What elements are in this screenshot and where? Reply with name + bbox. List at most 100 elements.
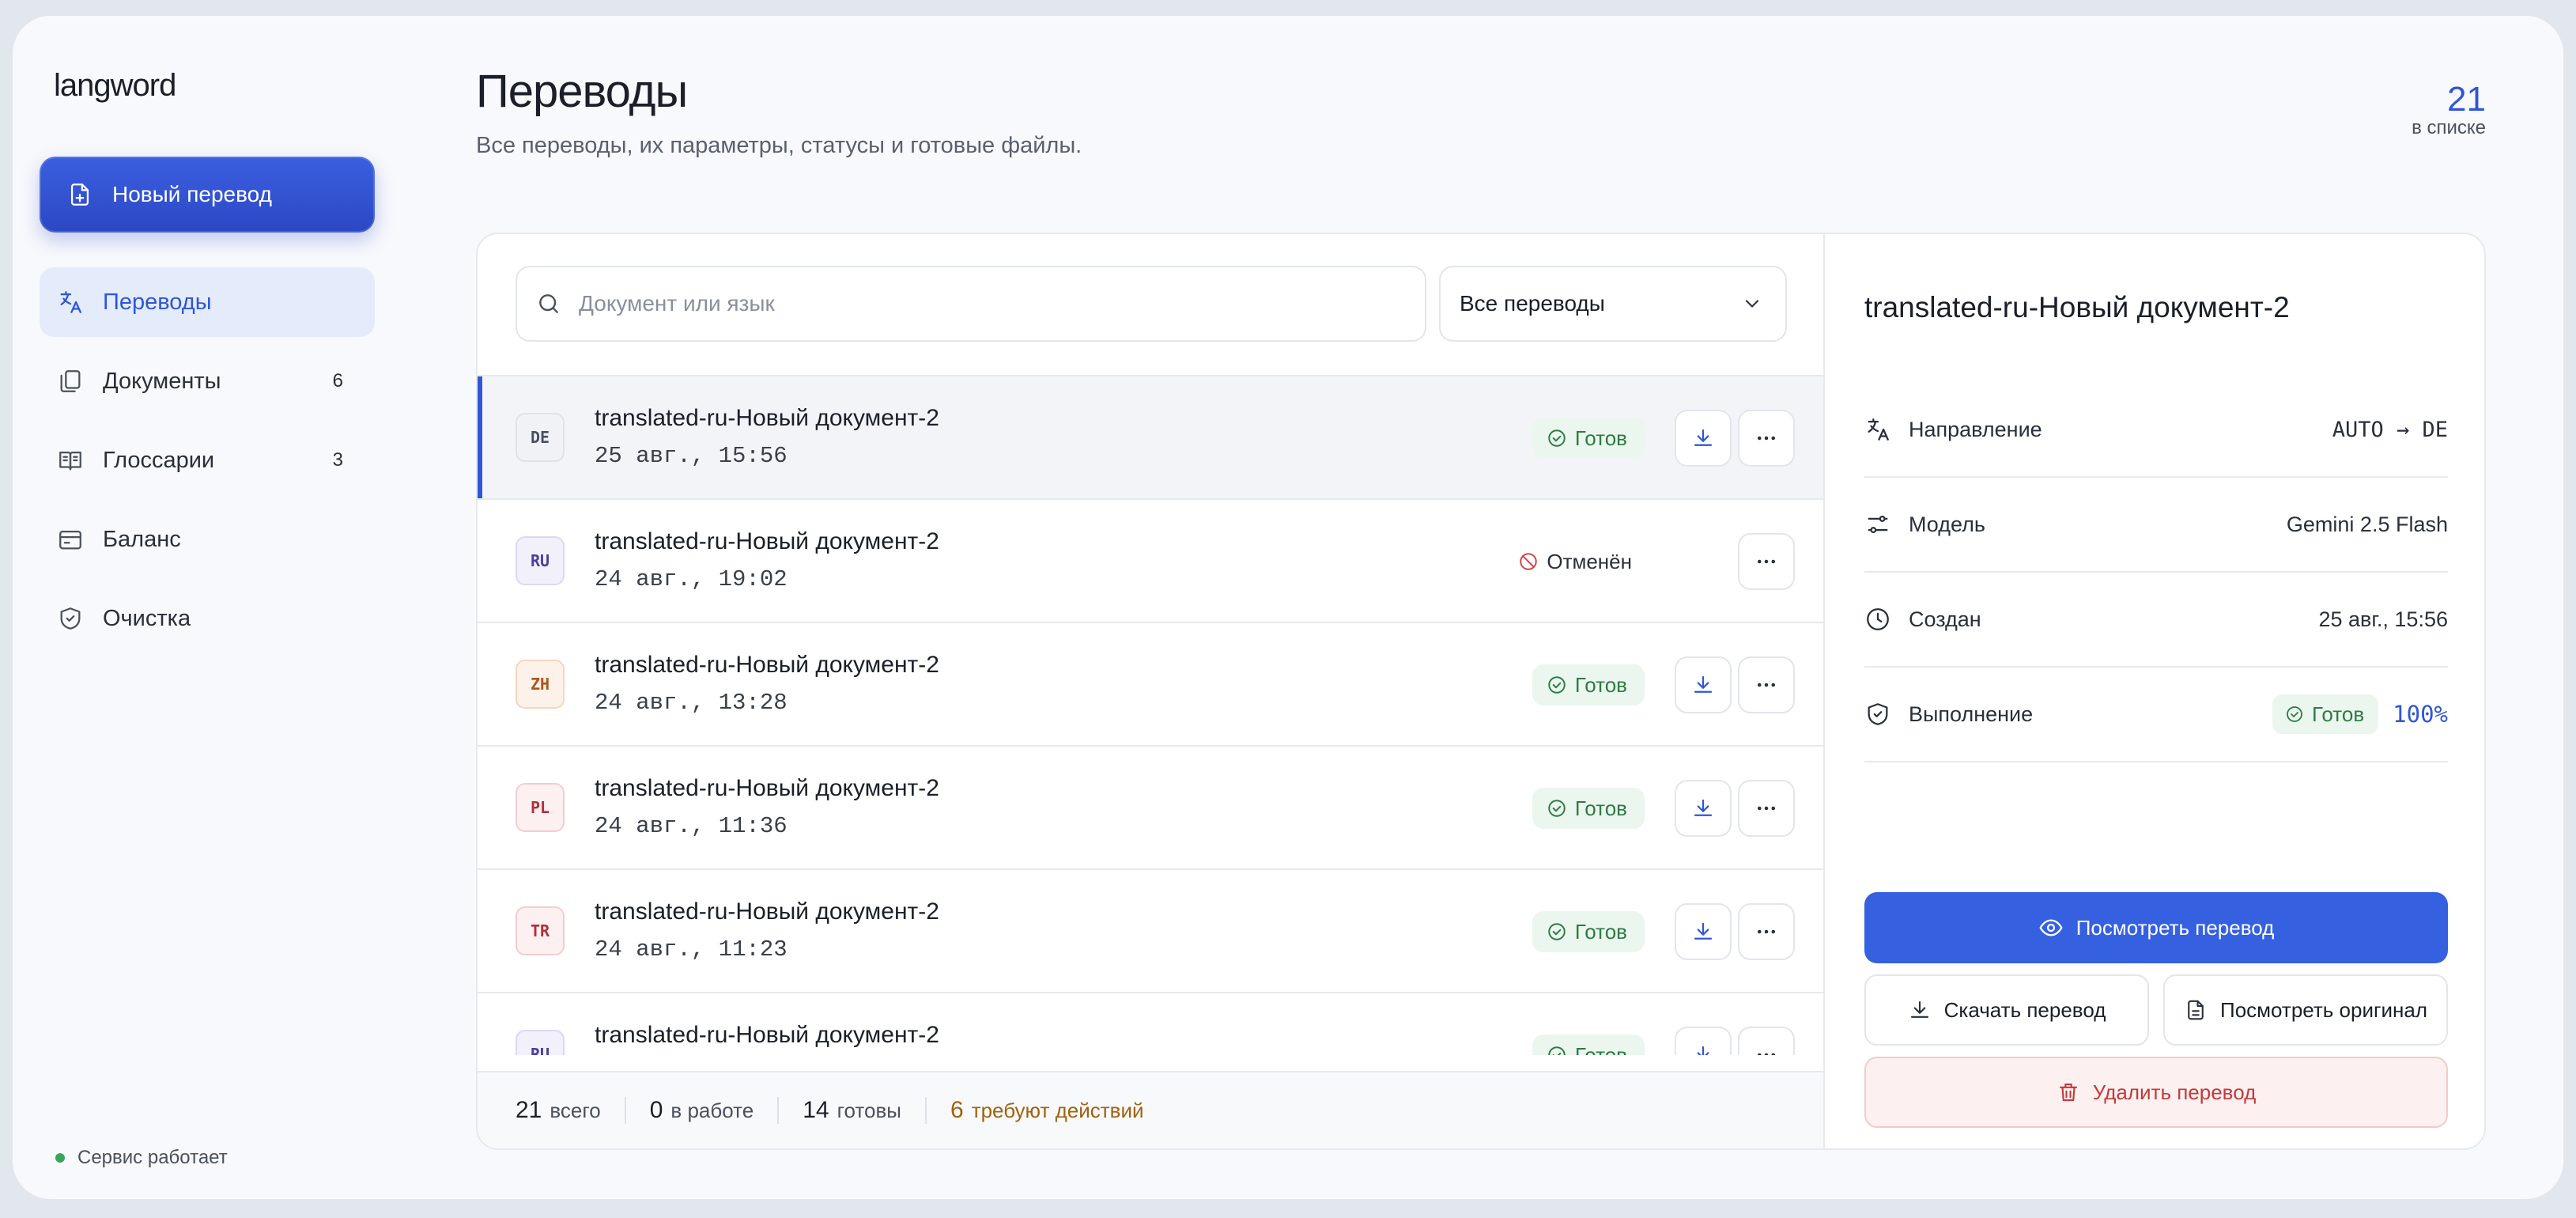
- more-actions-button[interactable]: [1738, 1027, 1795, 1055]
- list-summary: 21 всего 0 в работе 14 готовы 6 требуют …: [478, 1071, 1823, 1148]
- more-actions-button[interactable]: [1738, 656, 1795, 713]
- language-badge: DE: [516, 413, 565, 462]
- sidebar-item-documents[interactable]: Документы 6: [40, 346, 375, 416]
- list-count: 21 в списке: [2412, 82, 2486, 139]
- status-label: Готов: [1574, 919, 1627, 944]
- download-translation-label: Скачать перевод: [1943, 997, 2106, 1022]
- translation-date: 25 авг., 15:56: [595, 443, 788, 469]
- table-row[interactable]: TR translated-ru-Новый документ-2 24 авг…: [478, 870, 1823, 993]
- sidebar-item-label: Глоссарии: [103, 447, 215, 473]
- app-window: langword Новый перевод Переводы Документ…: [13, 16, 2563, 1199]
- status-label: Готов: [1574, 672, 1627, 697]
- check-circle-icon: [1548, 923, 1566, 940]
- shield-icon: [60, 607, 81, 630]
- status-label: Готов: [1574, 1042, 1627, 1056]
- translation-name: translated-ru-Новый документ-2: [595, 652, 939, 678]
- download-icon: [1694, 799, 1713, 816]
- download-button[interactable]: [1675, 780, 1732, 837]
- page-title: Переводы: [476, 66, 688, 117]
- status-badge: Готов: [2272, 694, 2379, 734]
- sidebar-item-translations[interactable]: Переводы: [40, 267, 375, 337]
- stat-needs-action-label: требуют действий: [971, 1099, 1144, 1122]
- more-actions-button[interactable]: [1738, 903, 1795, 960]
- new-translation-button[interactable]: Новый перевод: [40, 157, 375, 233]
- language-badge: ZH: [516, 660, 565, 709]
- status-label: Готов: [1574, 796, 1627, 820]
- detail-model-label: Модель: [1909, 512, 1985, 536]
- sidebar-item-label: Переводы: [103, 289, 212, 315]
- download-translation-button[interactable]: Скачать перевод: [1864, 974, 2149, 1046]
- detail-created-label: Создан: [1909, 607, 1981, 631]
- sidebar: langword Новый перевод Переводы Документ…: [13, 16, 408, 1199]
- clock-icon: [1867, 608, 1889, 630]
- translation-date: 24 авг., 11:36: [595, 813, 788, 839]
- search-box[interactable]: [516, 266, 1426, 342]
- stat-ready-value: 14: [803, 1097, 829, 1123]
- detail-direction-value: AUTO → DE: [2332, 417, 2448, 442]
- download-button[interactable]: [1675, 656, 1732, 713]
- status-filter-select[interactable]: Все переводы: [1439, 266, 1787, 342]
- list-count-number: 21: [2447, 80, 2486, 119]
- translation-name: translated-ru-Новый документ-2: [595, 1022, 939, 1048]
- more-actions-button[interactable]: [1738, 410, 1795, 467]
- download-icon: [1697, 1046, 1709, 1055]
- detail-title: translated-ru-Новый документ-2: [1864, 291, 2290, 323]
- view-translation-label: Посмотреть перевод: [2076, 915, 2275, 940]
- more-horizontal-icon: [1758, 1053, 1775, 1055]
- status-label: Готов: [2312, 702, 2365, 726]
- translations-panel: Все переводы DE translated-ru-Новый доку…: [476, 233, 2486, 1150]
- new-translation-label: Новый перевод: [112, 182, 272, 206]
- sidebar-item-balance[interactable]: Баланс: [40, 505, 375, 574]
- view-original-button[interactable]: Посмотреть оригинал: [2163, 974, 2448, 1046]
- download-button[interactable]: [1675, 903, 1732, 960]
- table-row[interactable]: ZH translated-ru-Новый документ-2 24 авг…: [478, 623, 1823, 747]
- check-circle-icon: [1548, 800, 1566, 817]
- translation-name: translated-ru-Новый документ-2: [595, 528, 939, 554]
- search-input[interactable]: [579, 291, 1369, 316]
- glossaries-count: 3: [332, 449, 343, 471]
- stat-in-progress-label: в работе: [670, 1099, 754, 1122]
- trash-icon: [2059, 1083, 2077, 1102]
- more-actions-button[interactable]: [1738, 780, 1795, 837]
- translation-date: 24 авг., 11:23: [595, 936, 788, 963]
- sidebar-item-label: Баланс: [103, 526, 181, 552]
- more-horizontal-icon: [1758, 806, 1775, 811]
- shield-check-icon: [1868, 703, 1888, 725]
- download-icon: [1694, 675, 1713, 693]
- service-status: Сервис работает: [55, 1147, 228, 1169]
- table-row[interactable]: RU translated-ru-Новый документ-2 Готов: [478, 993, 1823, 1055]
- sidebar-item-label: Очистка: [103, 605, 191, 631]
- download-button[interactable]: [1675, 1027, 1732, 1055]
- status-badge: Отменён: [1504, 541, 1645, 582]
- table-row[interactable]: PL translated-ru-Новый документ-2 24 авг…: [478, 747, 1823, 870]
- sidebar-item-glossaries[interactable]: Глоссарии 3: [40, 426, 375, 495]
- sliders-icon: [1868, 515, 1888, 534]
- delete-translation-button[interactable]: Удалить перевод: [1864, 1057, 2448, 1128]
- logo: langword: [54, 68, 176, 103]
- table-row[interactable]: RU translated-ru-Новый документ-2 24 авг…: [478, 500, 1823, 623]
- more-actions-button[interactable]: [1738, 533, 1795, 590]
- view-translation-button[interactable]: Посмотреть перевод: [1864, 892, 2448, 963]
- book-icon: [59, 451, 81, 471]
- translation-name: translated-ru-Новый документ-2: [595, 898, 939, 925]
- stat-in-progress: 0 в работе: [650, 1097, 780, 1124]
- download-button[interactable]: [1675, 410, 1732, 467]
- translations-list: DE translated-ru-Новый документ-2 25 авг…: [478, 376, 1823, 1055]
- translation-date: 24 авг., 19:02: [595, 566, 788, 592]
- sidebar-item-cleanup[interactable]: Очистка: [40, 584, 375, 653]
- table-row[interactable]: DE translated-ru-Новый документ-2 25 авг…: [478, 376, 1823, 500]
- sidebar-item-label: Документы: [103, 368, 221, 394]
- translation-name: translated-ru-Новый документ-2: [595, 405, 939, 431]
- status-label: Отменён: [1547, 549, 1632, 573]
- status-badge: Готов: [1532, 418, 1645, 459]
- wallet-icon: [59, 530, 81, 550]
- stat-total-value: 21: [516, 1097, 542, 1123]
- detail-direction-label: Направление: [1909, 417, 2042, 441]
- check-circle-icon: [1548, 676, 1566, 694]
- status-badge: Готов: [1532, 1035, 1645, 1055]
- status-badge: Готов: [1532, 788, 1645, 829]
- page-subtitle: Все переводы, их параметры, статусы и го…: [476, 133, 1082, 158]
- detail-direction: Направление AUTO → DE: [1864, 383, 2448, 478]
- search-icon: [539, 294, 558, 313]
- documents-count: 6: [332, 370, 343, 392]
